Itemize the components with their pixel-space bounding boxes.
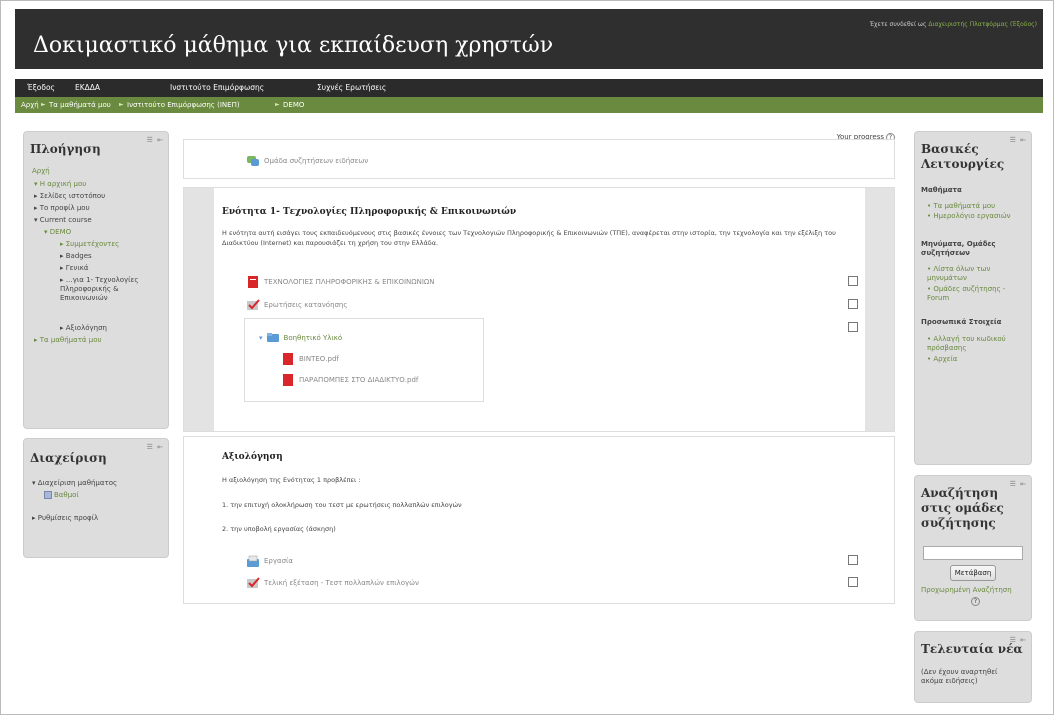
administration-title: Διαχείριση xyxy=(30,451,107,465)
page-header: Δοκιμαστικό μάθημα για εκπαίδευση χρηστώ… xyxy=(15,9,1043,69)
nav-general[interactable]: ▸ Γενικά xyxy=(60,264,88,273)
breadcrumb-separator: ► xyxy=(41,101,46,108)
section-2-point-1: 1. την επιτυχή ολοκλήρωση του τεστ με ερ… xyxy=(222,501,462,509)
breadcrumb-separator: ► xyxy=(119,101,124,108)
file-links-pdf[interactable]: ΠΑΡΑΠΟΜΠΕΣ ΣΤΟ ΔΙΑΔΙΚΤΥΟ.pdf xyxy=(281,373,418,387)
breadcrumb-demo[interactable]: DEMO xyxy=(283,101,304,109)
section-1-summary: Η ενότητα αυτή εισάγει τους εκπαιδευόμεν… xyxy=(222,229,836,247)
link-calendar[interactable]: • Ημερολόγιο εργασιών xyxy=(927,212,1017,221)
section-2-title: Αξιολόγηση xyxy=(222,452,283,462)
breadcrumb: Αρχή ► Τα μαθήματά μου ► Ινστιτούτο Επιμ… xyxy=(15,97,1043,113)
section-assessment: Αξιολόγηση Η αξιολόγηση της Ενότητας 1 π… xyxy=(183,436,895,604)
link-forums[interactable]: • Ομάδες συζήτησης - Forum xyxy=(927,285,1017,303)
latest-news-block: ☰ ⇤ Τελευταία νέα (Δεν έχουν αναρτηθεί α… xyxy=(914,631,1032,703)
quiz-icon xyxy=(247,577,260,588)
pdf-icon xyxy=(283,374,293,386)
forum-search-block: ☰ ⇤ Αναζήτηση στις ομάδες συζήτησης Μετά… xyxy=(914,475,1032,621)
nav-site-pages[interactable]: ▸ Σελίδες ιστοτόπου xyxy=(34,192,105,201)
browser-viewport: Δοκιμαστικό μάθημα για εκπαίδευση χρηστώ… xyxy=(0,0,1054,715)
link-my-courses[interactable]: • Τα μαθήματά μου xyxy=(927,202,995,211)
menu-item-ekdda[interactable]: ΕΚΔΔΑ xyxy=(75,83,100,92)
help-icon[interactable]: ? xyxy=(971,597,980,606)
block-controls-icon[interactable]: ☰ ⇤ xyxy=(1010,136,1027,144)
link-change-password[interactable]: • Αλλαγή του κωδικού πρόσβασης xyxy=(927,335,1017,353)
forum-search-button[interactable]: Μετάβαση xyxy=(950,565,996,581)
messages-heading: Μηνύματα, Ομάδες συζητήσεων xyxy=(921,240,996,257)
advanced-search-link[interactable]: Προχωρημένη Αναζήτηση xyxy=(921,586,1012,595)
breadcrumb-home[interactable]: Αρχή xyxy=(21,101,39,109)
forum-icon xyxy=(247,156,259,166)
breadcrumb-separator: ► xyxy=(275,101,280,108)
latest-news-title: Τελευταία νέα xyxy=(921,642,1023,656)
completion-checkbox[interactable] xyxy=(848,299,858,309)
folder-resource: ▾ Βοηθητικό Υλικό ΒΙΝΤΕΟ.pdf ΠΑΡΑΠΟΜΠΕΣ … xyxy=(244,318,484,402)
section-side-left xyxy=(184,188,214,431)
nav-home[interactable]: Αρχή xyxy=(32,167,50,176)
file-video-pdf[interactable]: ΒΙΝΤΕΟ.pdf xyxy=(281,352,339,366)
forum-search-input[interactable] xyxy=(923,546,1023,560)
news-forum-link[interactable]: Ομάδα συζητήσεων ειδήσεων xyxy=(246,154,368,168)
collapse-icon[interactable]: ▾ xyxy=(259,334,263,342)
pdf-icon xyxy=(248,276,258,288)
login-user-link[interactable]: Διαχειριστής Πλατφόρμας (Έξοδος) xyxy=(928,21,1037,28)
basic-functions-block: ☰ ⇤ Βασικές Λειτουργίες Μαθήματα • Τα μα… xyxy=(914,131,1032,465)
nav-participants[interactable]: ▸ Συμμετέχοντες xyxy=(60,240,119,249)
basic-functions-title: Βασικές Λειτουργίες xyxy=(921,142,1005,171)
section-2-point-2: 2. την υποβολή εργασίας (άσκηση) xyxy=(222,525,336,533)
menu-item-exit[interactable]: Έξοδος xyxy=(27,83,55,92)
breadcrumb-institute[interactable]: Ινστιτούτο Επιμόρφωσης (ΙΝΕΠ) xyxy=(127,101,240,109)
menu-item-faq[interactable]: Συχνές Ερωτήσεις xyxy=(317,83,386,92)
nav-my-courses[interactable]: ▸ Τα μαθήματά μου xyxy=(34,336,102,345)
section-2-intro: Η αξιολόγηση της Ενότητας 1 προβλέπει : xyxy=(222,476,361,484)
courses-heading: Μαθήματα xyxy=(921,186,962,194)
section-general: Ομάδα συζητήσεων ειδήσεων xyxy=(183,139,895,179)
link-all-messages[interactable]: • Λίστα όλων των μηνυμάτων xyxy=(927,265,1017,283)
nav-my-profile[interactable]: ▸ Το προφίλ μου xyxy=(34,204,90,213)
course-content: Your progress? Ομάδα συζητήσεων ειδήσεων… xyxy=(183,131,895,706)
nav-current-course[interactable]: ▾ Current course xyxy=(34,216,92,225)
grades-icon xyxy=(44,491,52,499)
section-1-title: Ενότητα 1- Τεχνολογίες Πληροφορικής & Επ… xyxy=(222,207,517,217)
activity-ict-pdf[interactable]: ΤΕΧΝΟΛΟΓΙΕΣ ΠΛΗΡΟΦΟΡΙΚΗΣ & ΕΠΙΚΟΙΝΩΝΙΩΝ xyxy=(246,275,435,289)
completion-checkbox[interactable] xyxy=(848,577,858,587)
activity-assignment[interactable]: Εργασία xyxy=(246,554,293,568)
folder-link[interactable]: ▾ Βοηθητικό Υλικό xyxy=(259,331,342,345)
login-info: Έχετε συνδεθεί ως Διαχειριστής Πλατφόρμα… xyxy=(870,21,1037,28)
folder-icon xyxy=(266,333,279,342)
nav-section-1[interactable]: ▸ …για 1- Τεχνολογίες Πληροφορικής & Επι… xyxy=(60,276,150,303)
menu-item-institute[interactable]: Ινστιτούτο Επιμόρφωσης xyxy=(170,83,264,92)
nav-badges[interactable]: ▸ Badges xyxy=(60,252,92,261)
activity-final-quiz[interactable]: Τελική εξέταση - Τεστ πολλαπλών επιλογών xyxy=(246,576,419,590)
nav-dashboard[interactable]: ▾ Η αρχική μου xyxy=(34,180,86,189)
completion-checkbox[interactable] xyxy=(848,555,858,565)
activity-quiz-questions[interactable]: Ερωτήσεις κατανόησης xyxy=(246,298,347,312)
admin-profile-settings[interactable]: ▸ Ρυθμίσεις προφίλ xyxy=(32,514,98,523)
section-side-right xyxy=(865,188,894,431)
nav-course-demo[interactable]: ▾ DEMO xyxy=(44,228,71,237)
link-files[interactable]: • Αρχεία xyxy=(927,355,957,364)
section-1: Ενότητα 1- Τεχνολογίες Πληροφορικής & Επ… xyxy=(183,187,895,432)
pdf-icon xyxy=(283,353,293,365)
block-controls-icon[interactable]: ☰ ⇤ xyxy=(147,136,164,144)
quiz-icon xyxy=(247,299,260,310)
login-text: Έχετε συνδεθεί ως xyxy=(869,21,927,28)
navigation-title: Πλοήγηση xyxy=(30,142,101,156)
completion-checkbox[interactable] xyxy=(848,322,858,332)
latest-news-empty: (Δεν έχουν αναρτηθεί ακόμα ειδήσεις) xyxy=(921,668,998,685)
completion-checkbox[interactable] xyxy=(848,276,858,286)
admin-grades[interactable]: Βαθμοί xyxy=(44,491,79,500)
custom-menu: Έξοδος ΕΚΔΔΑ Ινστιτούτο Επιμόρφωσης Συχν… xyxy=(15,79,1043,97)
block-controls-icon[interactable]: ☰ ⇤ xyxy=(147,443,164,451)
navigation-block: ☰ ⇤ Πλοήγηση Αρχή ▾ Η αρχική μου ▸ Σελίδ… xyxy=(23,131,169,429)
nav-assessment[interactable]: ▸ Αξιολόγηση xyxy=(60,324,107,333)
personal-heading: Προσωπικά Στοιχεία xyxy=(921,318,1002,326)
forum-search-title: Αναζήτηση στις ομάδες συζήτησης xyxy=(921,486,1004,530)
administration-block: ☰ ⇤ Διαχείριση ▾ Διαχείριση μαθήματος Βα… xyxy=(23,438,169,558)
assignment-icon xyxy=(247,555,259,567)
breadcrumb-my-courses[interactable]: Τα μαθήματά μου xyxy=(49,101,111,109)
course-title: Δοκιμαστικό μάθημα για εκπαίδευση χρηστώ… xyxy=(33,33,554,58)
admin-course-admin[interactable]: ▾ Διαχείριση μαθήματος xyxy=(32,479,117,488)
